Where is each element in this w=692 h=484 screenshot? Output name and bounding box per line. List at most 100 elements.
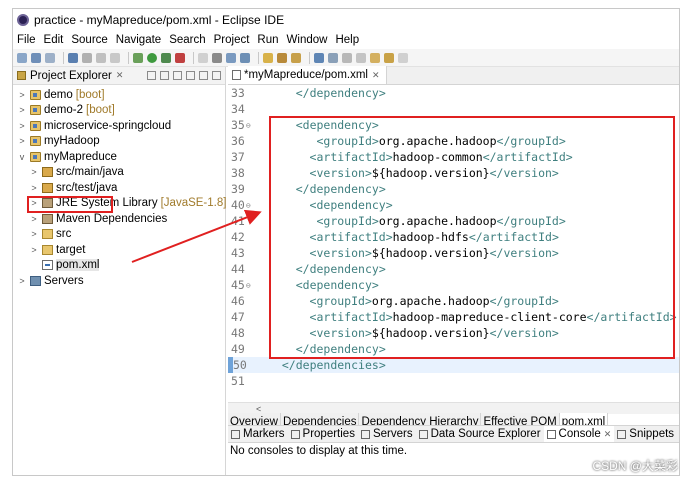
- menu-file[interactable]: File: [17, 34, 36, 46]
- new-java-project-icon[interactable]: [198, 52, 208, 63]
- close-icon[interactable]: ✕: [604, 429, 612, 440]
- fold-toggle-icon[interactable]: ⊖: [246, 121, 254, 130]
- panel-tab-properties[interactable]: Properties: [288, 426, 358, 442]
- code-line[interactable]: 38 <version>${hadoop.version}</version>: [228, 165, 679, 181]
- back-icon[interactable]: [384, 52, 394, 63]
- save-all-icon[interactable]: [45, 52, 55, 63]
- save-icon[interactable]: [31, 52, 41, 63]
- menu-window[interactable]: Window: [287, 34, 328, 46]
- menu-run[interactable]: Run: [257, 34, 278, 46]
- run-icon[interactable]: [147, 52, 157, 63]
- fold-toggle-icon[interactable]: ⊖: [246, 281, 254, 290]
- tree-item-mymapreduce[interactable]: v myMapreduce: [13, 149, 225, 165]
- tree-item-microservice-springcloud[interactable]: > microservice-springcloud: [13, 118, 225, 134]
- close-icon[interactable]: ✕: [116, 70, 124, 81]
- collapsed-chevron-icon[interactable]: >: [29, 245, 39, 255]
- collapsed-chevron-icon[interactable]: >: [29, 198, 39, 208]
- collapse-all-icon[interactable]: [147, 71, 156, 80]
- minimize-icon[interactable]: [199, 71, 208, 80]
- new-package-icon[interactable]: [212, 52, 222, 63]
- expanded-chevron-icon[interactable]: v: [17, 152, 27, 162]
- tree-item-src-main-java[interactable]: > src/main/java: [13, 165, 225, 181]
- previous-annotation-icon[interactable]: [356, 52, 366, 63]
- code-line[interactable]: 36 <groupId>org.apache.hadoop</groupId>: [228, 133, 679, 149]
- next-annotation-icon[interactable]: [342, 52, 352, 63]
- tree-item-src-test-java[interactable]: > src/test/java: [13, 180, 225, 196]
- task-icon[interactable]: [328, 52, 338, 63]
- tree-item-maven-dependencies[interactable]: > Maven Dependencies: [13, 211, 225, 227]
- code-line[interactable]: 37 <artifactId>hadoop-common</artifactId…: [228, 149, 679, 165]
- forward-icon[interactable]: [398, 52, 408, 63]
- suspend-icon[interactable]: [96, 52, 106, 63]
- code-line[interactable]: 41 <groupId>org.apache.hadoop</groupId>: [228, 213, 679, 229]
- collapsed-chevron-icon[interactable]: >: [17, 90, 27, 100]
- code-line[interactable]: 42 <artifactId>hadoop-hdfs</artifactId>: [228, 229, 679, 245]
- code-line[interactable]: 45 ⊖ <dependency>: [228, 277, 679, 293]
- annotation-icon[interactable]: [291, 52, 301, 63]
- collapsed-chevron-icon[interactable]: >: [29, 183, 39, 193]
- new-icon[interactable]: [17, 52, 27, 63]
- menu-project[interactable]: Project: [214, 34, 250, 46]
- filter-icon[interactable]: [173, 71, 182, 80]
- tree-item-myhadoop[interactable]: > myHadoop: [13, 134, 225, 150]
- code-line[interactable]: 46 <groupId>org.apache.hadoop</groupId>: [228, 293, 679, 309]
- debug-icon[interactable]: [133, 52, 143, 63]
- maximize-icon[interactable]: [212, 71, 221, 80]
- stop-icon[interactable]: [110, 52, 120, 63]
- external-tools-icon[interactable]: [175, 52, 185, 63]
- pencil-icon[interactable]: [277, 52, 287, 63]
- tree-item-servers[interactable]: > Servers: [13, 273, 225, 289]
- tree-item-jre-system-library[interactable]: > JRE System Library [JavaSE-1.8]: [13, 196, 226, 212]
- panel-tab-servers[interactable]: Servers: [358, 426, 416, 442]
- open-folder-icon[interactable]: [263, 52, 273, 63]
- collapsed-chevron-icon[interactable]: >: [29, 167, 39, 177]
- code-line[interactable]: 35 ⊖ <dependency>: [228, 117, 679, 133]
- tree-item-pom-xml[interactable]: pom.xml: [13, 258, 225, 274]
- code-line[interactable]: 49 </dependency>: [228, 341, 679, 357]
- editor-tab-pom[interactable]: *myMapreduce/pom.xml ✕: [228, 66, 387, 84]
- view-menu-icon[interactable]: [186, 71, 195, 80]
- close-icon[interactable]: ✕: [372, 70, 380, 81]
- code-line[interactable]: 47 <artifactId>hadoop-mapreduce-client-c…: [228, 309, 679, 325]
- menu-edit[interactable]: Edit: [44, 34, 64, 46]
- code-line[interactable]: 39 </dependency>: [228, 181, 679, 197]
- panel-tab-progress[interactable]: Progress: [677, 426, 679, 442]
- xml-source-editor[interactable]: 33 </dependency> 34 35 ⊖ <dependency> 36 <gr…: [228, 85, 679, 388]
- fold-toggle-icon[interactable]: ⊖: [246, 201, 254, 210]
- code-line[interactable]: 44 </dependency>: [228, 261, 679, 277]
- menu-help[interactable]: Help: [335, 34, 359, 46]
- code-line[interactable]: 48 <version>${hadoop.version}</version>: [228, 325, 679, 341]
- panel-tab-markers[interactable]: Markers: [228, 426, 288, 442]
- code-line[interactable]: 51: [228, 373, 679, 388]
- tree-item-demo[interactable]: > demo [boot]: [13, 87, 225, 103]
- collapsed-chevron-icon[interactable]: >: [17, 136, 27, 146]
- panel-tab-data-source-explorer[interactable]: Data Source Explorer: [416, 426, 544, 442]
- terminal-icon[interactable]: [68, 52, 78, 63]
- collapsed-chevron-icon[interactable]: >: [29, 229, 39, 239]
- code-line[interactable]: 50 </dependencies>: [228, 357, 679, 373]
- tree-item-target[interactable]: > target: [13, 242, 225, 258]
- project-explorer-title[interactable]: Project Explorer: [30, 70, 112, 82]
- menu-navigate[interactable]: Navigate: [116, 34, 161, 46]
- code-line[interactable]: 40 ⊖ <dependency>: [228, 197, 679, 213]
- skip-icon[interactable]: [82, 52, 92, 63]
- scroll-left-icon[interactable]: <: [256, 404, 261, 414]
- link-with-editor-icon[interactable]: [160, 71, 169, 80]
- code-line[interactable]: 43 <version>${hadoop.version}</version>: [228, 245, 679, 261]
- collapsed-chevron-icon[interactable]: >: [17, 105, 27, 115]
- menu-search[interactable]: Search: [169, 34, 205, 46]
- collapsed-chevron-icon[interactable]: >: [29, 214, 39, 224]
- menu-source[interactable]: Source: [71, 34, 107, 46]
- search-icon[interactable]: [314, 52, 324, 63]
- coverage-icon[interactable]: [161, 52, 171, 63]
- tree-item-src[interactable]: > src: [13, 227, 225, 243]
- panel-tab-snippets[interactable]: Snippets: [614, 426, 677, 442]
- collapsed-chevron-icon[interactable]: >: [17, 121, 27, 131]
- new-class-icon[interactable]: [226, 52, 236, 63]
- code-line[interactable]: 33 </dependency>: [228, 85, 679, 101]
- code-line[interactable]: 34: [228, 101, 679, 117]
- panel-tab-console[interactable]: Console ✕: [543, 426, 615, 442]
- tree-item-demo-2[interactable]: > demo-2 [boot]: [13, 103, 225, 119]
- open-type-icon[interactable]: [240, 52, 250, 63]
- collapsed-chevron-icon[interactable]: >: [17, 276, 27, 286]
